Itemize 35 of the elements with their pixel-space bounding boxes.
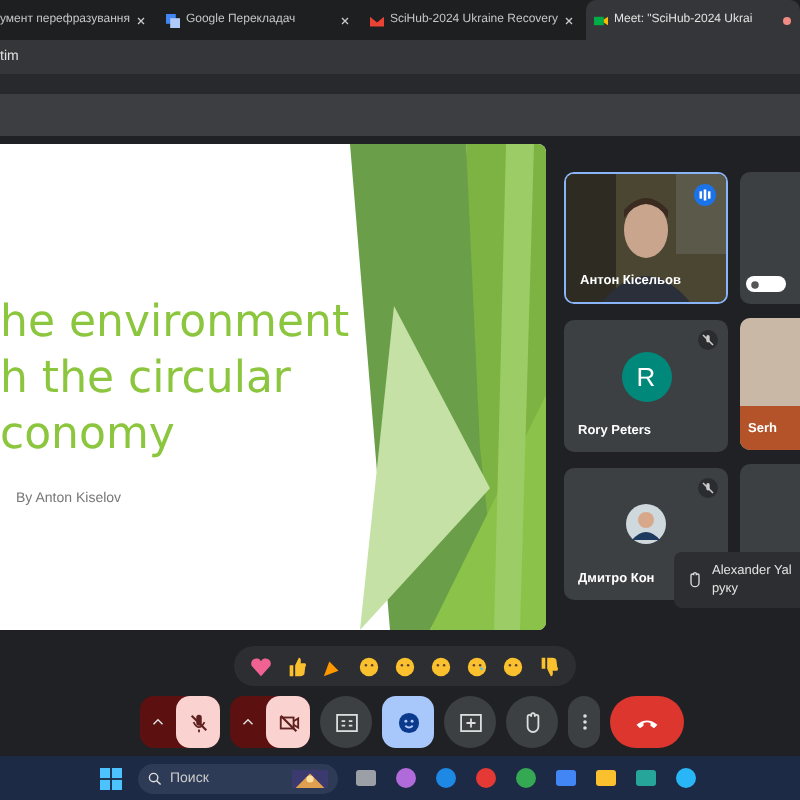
more-button[interactable] [568, 696, 600, 748]
slide-title-line: h the circular [0, 352, 293, 408]
end-call-button[interactable] [610, 696, 684, 748]
present-icon [459, 713, 481, 731]
close-icon[interactable] [339, 15, 350, 25]
windows-start-icon[interactable] [100, 767, 122, 789]
mail-icon [369, 13, 384, 27]
thumbs-up-emoji-icon[interactable] [286, 655, 308, 677]
mic-off-icon [187, 711, 209, 733]
heart-emoji-icon[interactable] [250, 655, 272, 677]
emoji-icon [397, 711, 419, 733]
speaking-icon [694, 184, 716, 206]
thumbs-down-emoji-icon[interactable] [538, 655, 560, 677]
close-icon[interactable] [564, 15, 574, 25]
emoji-button[interactable] [382, 696, 434, 748]
sad-emoji-icon[interactable] [466, 655, 488, 677]
microphone-button[interactable] [176, 696, 220, 748]
captions-icon [335, 713, 357, 731]
slide-title-line: he environment [0, 296, 350, 352]
close-icon[interactable] [135, 15, 146, 25]
caret-icon [152, 718, 164, 726]
present-button[interactable] [444, 696, 496, 748]
camera-button[interactable] [266, 696, 310, 748]
more-icon [581, 712, 587, 732]
phone-icon [634, 715, 660, 729]
translate-icon [165, 13, 180, 27]
captions-button[interactable] [320, 696, 372, 748]
video-icon [594, 13, 608, 27]
raise-hand-button[interactable] [506, 696, 558, 748]
caret-icon [242, 718, 254, 726]
recording-icon [782, 15, 792, 25]
avatar: R [621, 351, 671, 401]
slide-title-line: conomy [0, 408, 177, 464]
search-icon [148, 771, 162, 785]
camera-off-icon [277, 711, 299, 733]
